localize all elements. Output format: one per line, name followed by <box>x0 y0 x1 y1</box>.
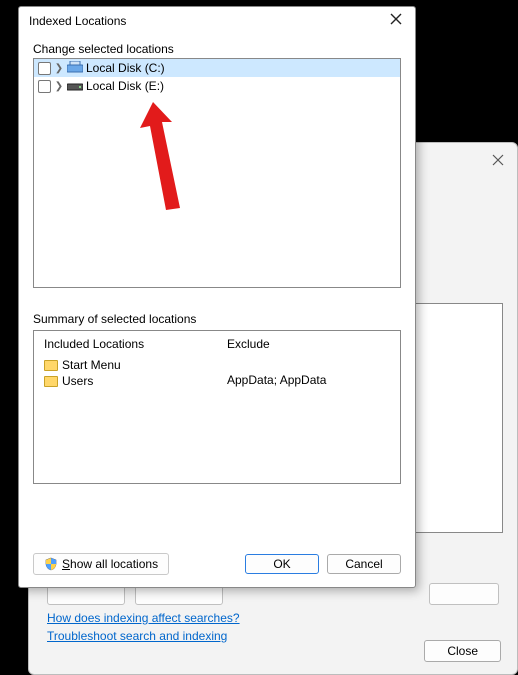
shield-icon <box>44 557 58 571</box>
show-all-locations-button[interactable]: Show all locations <box>33 553 169 575</box>
close-icon[interactable] <box>385 13 407 28</box>
indexed-locations-dialog: Indexed Locations Change selected locati… <box>18 6 416 588</box>
summary-label: Summary of selected locations <box>33 312 401 326</box>
link-indexing-help[interactable]: How does indexing affect searches? <box>47 611 240 625</box>
summary-box: Included Locations Start Menu Users Excl… <box>33 330 401 484</box>
cancel-button[interactable]: Cancel <box>327 554 401 574</box>
tree-item-label: Local Disk (C:) <box>86 61 165 75</box>
parent-links: How does indexing affect searches? Troub… <box>47 611 240 643</box>
chevron-right-icon[interactable]: ❯ <box>54 63 64 74</box>
tree-row[interactable]: ❯ Local Disk (E:) <box>34 77 400 95</box>
dialog-footer: Show all locations OK Cancel <box>19 543 415 587</box>
change-locations-label: Change selected locations <box>33 42 401 56</box>
list-item[interactable]: Users <box>44 373 207 389</box>
checkbox[interactable] <box>38 80 51 93</box>
titlebar: Indexed Locations <box>19 7 415 32</box>
included-column: Included Locations Start Menu Users <box>34 331 217 483</box>
dialog-title: Indexed Locations <box>29 14 385 28</box>
folder-label: Users <box>62 374 93 388</box>
close-icon[interactable] <box>489 151 507 169</box>
link-troubleshoot[interactable]: Troubleshoot search and indexing <box>47 629 240 643</box>
folder-icon <box>44 360 58 371</box>
tree-item-label: Local Disk (E:) <box>86 79 164 93</box>
exclude-header: Exclude <box>227 337 390 351</box>
tree-row[interactable]: ❯ Local Disk (C:) <box>34 59 400 77</box>
ok-button[interactable]: OK <box>245 554 319 574</box>
checkbox[interactable] <box>38 62 51 75</box>
parent-button[interactable] <box>429 583 499 605</box>
close-button[interactable]: Close <box>424 640 501 662</box>
included-header: Included Locations <box>44 337 207 351</box>
drive-icon <box>67 79 83 94</box>
exclude-text: AppData; AppData <box>227 373 390 387</box>
drive-icon <box>67 61 83 76</box>
folder-label: Start Menu <box>62 358 121 372</box>
show-all-label: Show all locations <box>62 557 158 571</box>
locations-tree[interactable]: ❯ Local Disk (C:) ❯ Local Disk (E:) <box>33 58 401 288</box>
folder-icon <box>44 376 58 387</box>
chevron-right-icon[interactable]: ❯ <box>54 81 64 92</box>
exclude-column: Exclude AppData; AppData <box>217 331 400 483</box>
list-item[interactable]: Start Menu <box>44 357 207 373</box>
